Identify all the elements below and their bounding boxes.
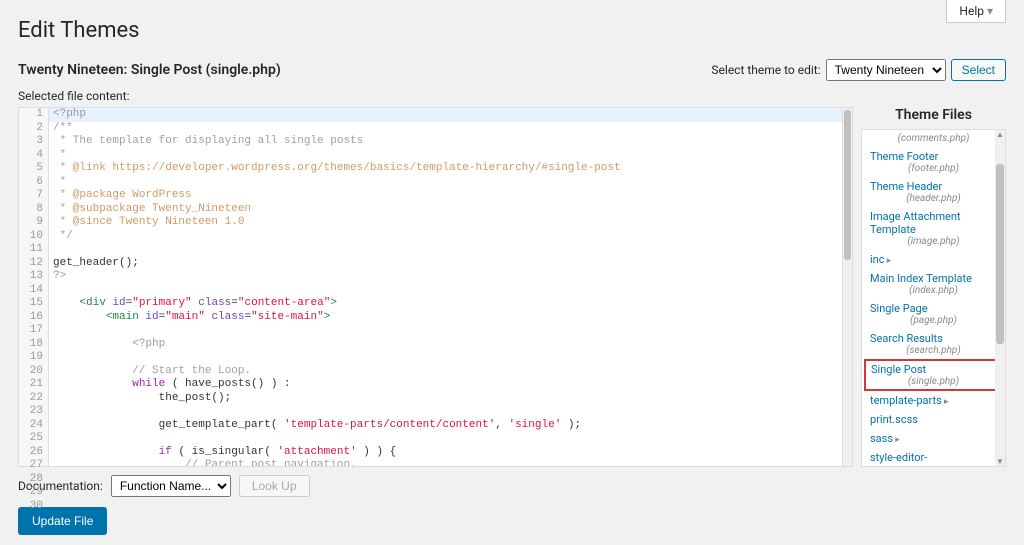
file-item-5[interactable]: Main Index Template(index.php)	[864, 269, 1003, 299]
theme-select[interactable]: Twenty Nineteen	[826, 59, 946, 81]
help-tab[interactable]: Help	[946, 0, 1006, 23]
file-item-11[interactable]: sass	[864, 429, 1003, 448]
file-item-0[interactable]: (comments.php)	[864, 130, 1003, 147]
file-item-9[interactable]: template-parts	[864, 391, 1003, 410]
select-button[interactable]: Select	[951, 59, 1006, 81]
editor-scrollbar[interactable]	[842, 108, 852, 466]
page-title: Edit Themes	[18, 18, 1006, 43]
file-item-8[interactable]: Single Post(single.php)	[864, 359, 1003, 391]
selected-file-label: Selected file content:	[18, 89, 1006, 103]
file-item-12[interactable]: style-editor-customizer.scss	[864, 448, 1003, 467]
file-item-7[interactable]: Search Results(search.php)	[864, 329, 1003, 359]
file-item-2[interactable]: Theme Header(header.php)	[864, 177, 1003, 207]
sidebar-title: Theme Files	[861, 107, 1006, 123]
lookup-button[interactable]: Look Up	[239, 475, 310, 497]
file-item-1[interactable]: Theme Footer(footer.php)	[864, 147, 1003, 177]
file-subtitle: Twenty Nineteen: Single Post (single.php…	[18, 62, 281, 78]
sidebar-scrollbar[interactable]: ▲▼	[995, 130, 1005, 466]
select-theme-label: Select theme to edit:	[711, 63, 820, 77]
function-name-select[interactable]: Function Name...	[111, 475, 231, 497]
file-item-4[interactable]: inc	[864, 250, 1003, 269]
theme-file-list: (comments.php)Theme Footer(footer.php)Th…	[861, 129, 1006, 467]
code-editor[interactable]: 1234567891011121314151617181920212223242…	[18, 107, 853, 467]
file-item-10[interactable]: print.scss	[864, 410, 1003, 429]
code-content[interactable]: <?php/** * The template for displaying a…	[49, 108, 842, 466]
line-gutter: 1234567891011121314151617181920212223242…	[19, 108, 49, 466]
file-item-3[interactable]: Image Attachment Template(image.php)	[864, 207, 1003, 250]
file-item-6[interactable]: Single Page(page.php)	[864, 299, 1003, 329]
